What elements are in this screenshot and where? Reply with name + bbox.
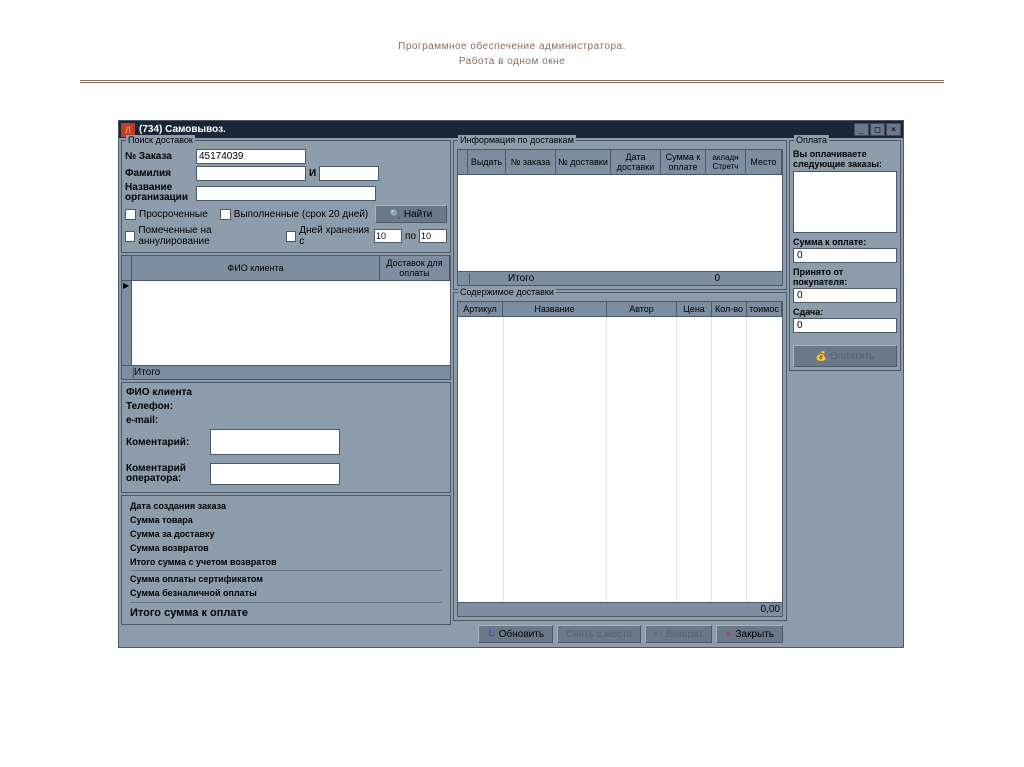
surname-label: Фамилия	[125, 168, 193, 179]
minimize-button[interactable]: _	[854, 123, 869, 136]
contents-col-price: Цена	[677, 302, 712, 316]
payment-group: Оплата Вы оплачиваете следующие заказы: …	[789, 140, 901, 371]
find-button[interactable]: Найти	[375, 205, 447, 223]
delivery-col-sum: Сумма к оплате	[661, 150, 706, 174]
summary-cert: Сумма оплаты сертификатом	[130, 570, 442, 586]
storage-days-label: Дней хранения с	[299, 225, 371, 247]
contents-group: Содержимое доставки Артикул Название Авт…	[453, 292, 787, 621]
orders-to-pay-list[interactable]	[793, 171, 897, 233]
contents-footer-sum: 0,00	[761, 604, 780, 615]
delivery-col-invoice: акладн Стретч	[706, 150, 746, 174]
overdue-label: Просроченные	[139, 209, 208, 220]
payment-title: Оплата	[794, 135, 829, 145]
marked-cancel-checkbox[interactable]	[125, 231, 135, 242]
client-email-label: e-mail:	[126, 415, 206, 426]
clients-grid[interactable]: ФИО клиента Доставок для оплаты ▶ Итого	[121, 255, 451, 380]
contents-title: Содержимое доставки	[458, 287, 556, 297]
summary-panel: Дата создания заказа Сумма товара Сумма …	[121, 495, 451, 625]
maximize-button[interactable]: □	[870, 123, 885, 136]
summary-created: Дата создания заказа	[130, 499, 442, 513]
clients-col-fio: ФИО клиента	[132, 256, 380, 280]
contents-col-article: Артикул	[458, 302, 503, 316]
order-number-label: № Заказа	[125, 151, 193, 162]
summary-delivery: Сумма за доставку	[130, 527, 442, 541]
storage-from-input[interactable]	[374, 229, 402, 243]
storage-to-label: по	[405, 231, 416, 242]
you-pay-label: Вы оплачиваете следующие заказы:	[793, 149, 897, 169]
delivery-col-issue: Выдать	[468, 150, 506, 174]
close-icon	[725, 629, 733, 640]
page-heading-line1: Программное обеспечение администратора.	[398, 41, 626, 52]
completed-checkbox[interactable]	[220, 209, 231, 220]
delivery-footer-label: Итого	[508, 273, 534, 284]
received-label: Принято от покупателя:	[793, 267, 897, 287]
window-title: (734) Самовывоз.	[139, 124, 854, 135]
operator-comment-label: Коментарий оператора:	[126, 464, 206, 484]
summary-with-returns: Итого сумма с учетом возвратов	[130, 555, 442, 569]
surname-input-2[interactable]	[319, 166, 379, 181]
search-icon	[390, 209, 401, 220]
contents-col-qty: Кол-во	[712, 302, 747, 316]
delivery-info-title: Информация по доставкам	[458, 135, 576, 145]
client-details-panel: ФИО клиента Телефон: e-mail: Коментарий:…	[121, 382, 451, 493]
app-window: Л (734) Самовывоз. _ □ × Поиск доставок …	[118, 120, 904, 648]
contents-col-cost: тоимос	[747, 302, 782, 316]
delivery-col-delivery: № доставки	[556, 150, 611, 174]
summary-total: Итого сумма к оплате	[130, 602, 442, 621]
surname-input[interactable]	[196, 166, 306, 181]
delivery-info-group: Информация по доставкам Выдать № заказа …	[453, 140, 787, 290]
change-label: Сдача:	[793, 307, 897, 317]
client-fio-label: ФИО клиента	[126, 387, 206, 398]
title-divider	[80, 80, 944, 83]
contents-col-author: Автор	[607, 302, 677, 316]
completed-label: Выполненные (срок 20 дней)	[234, 209, 368, 220]
summary-cashless: Сумма безналичной оплаты	[130, 586, 442, 600]
return-button[interactable]: Возврат	[645, 625, 712, 643]
received-input[interactable]	[793, 288, 897, 303]
marked-cancel-label: Помеченные на аннулирование	[138, 225, 274, 247]
operator-comment-input[interactable]	[210, 463, 340, 485]
client-phone-label: Телефон:	[126, 401, 206, 412]
overdue-checkbox[interactable]	[125, 209, 136, 220]
close-window-button[interactable]: ×	[886, 123, 901, 136]
pay-icon	[816, 351, 827, 362]
pay-button[interactable]: Оплатить	[793, 345, 897, 367]
storage-days-checkbox[interactable]	[286, 231, 296, 242]
close-button[interactable]: Закрыть	[716, 625, 783, 643]
change-display: 0	[793, 318, 897, 333]
order-number-input[interactable]	[196, 149, 306, 164]
client-comment-label: Коментарий:	[126, 437, 206, 448]
search-group: Поиск доставок № Заказа Фамилия И Назван…	[121, 140, 451, 253]
refresh-button[interactable]: Обновить	[478, 625, 553, 643]
sum-to-pay-label: Сумма к оплате:	[793, 237, 897, 247]
summary-goods: Сумма товара	[130, 513, 442, 527]
delivery-footer-sum: 0	[670, 273, 720, 284]
refresh-icon	[487, 629, 495, 640]
summary-returns: Сумма возвратов	[130, 541, 442, 555]
sum-to-pay-display: 0	[793, 248, 897, 263]
org-label: Название организации	[125, 183, 193, 203]
and-label: И	[309, 168, 316, 179]
clients-footer: Итого	[134, 367, 160, 378]
delivery-col-place: Место	[746, 150, 782, 174]
delivery-col-date: Дата доставки	[611, 150, 661, 174]
contents-grid[interactable]: Артикул Название Автор Цена Кол-во тоимо…	[457, 301, 783, 617]
search-group-title: Поиск доставок	[126, 135, 195, 145]
client-comment-input[interactable]	[210, 429, 340, 455]
storage-to-input[interactable]	[419, 229, 447, 243]
page-heading-line2: Работа в одном окне	[0, 56, 1024, 67]
page-heading: Программное обеспечение администратора. …	[0, 0, 1024, 72]
delivery-grid[interactable]: Выдать № заказа № доставки Дата доставки…	[457, 149, 783, 286]
bottom-toolbar: Обновить Снять с места Возврат Закрыть	[453, 623, 787, 645]
contents-col-name: Название	[503, 302, 607, 316]
back-icon	[654, 629, 662, 640]
clients-col-delivery: Доставок для оплаты	[380, 256, 450, 280]
remove-place-button[interactable]: Снять с места	[557, 625, 641, 643]
org-input[interactable]	[196, 186, 376, 201]
delivery-col-order: № заказа	[506, 150, 556, 174]
